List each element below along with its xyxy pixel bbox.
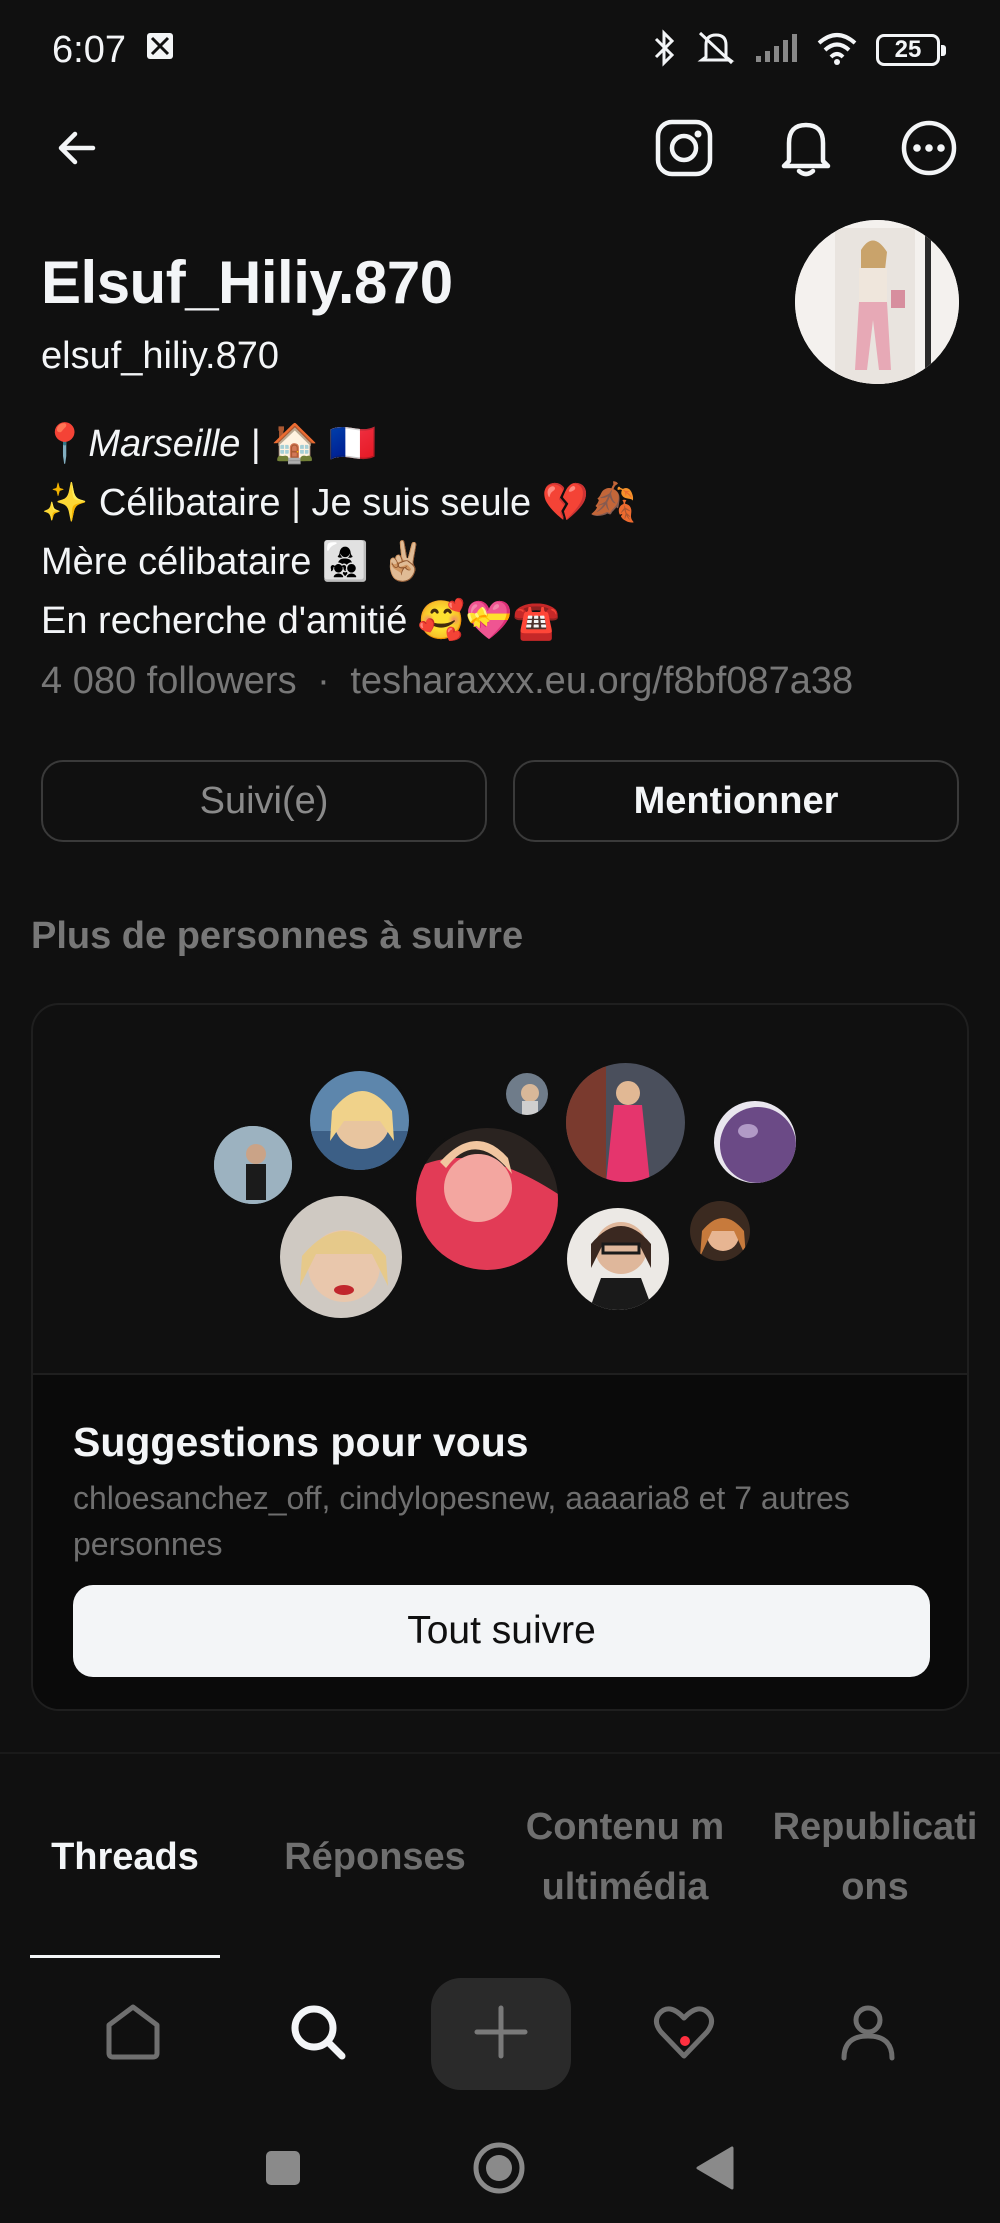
suggested-avatar <box>563 1060 688 1185</box>
meta-separator: · <box>317 660 330 702</box>
bell-icon <box>779 119 833 182</box>
followed-button[interactable]: Suivi(e) <box>41 760 487 842</box>
person-icon <box>838 2002 898 2067</box>
suggested-avatar <box>711 1098 799 1186</box>
triangle-back-icon <box>694 2145 736 2196</box>
notification-app-icon <box>144 29 176 72</box>
instagram-icon <box>655 119 713 182</box>
signal-icon <box>754 32 798 69</box>
system-nav-bar <box>0 2115 1000 2223</box>
suggestions-section-title: Plus de personnes à suivre <box>31 915 524 957</box>
follow-all-button[interactable]: Tout suivre <box>73 1585 930 1677</box>
nav-new-thread[interactable] <box>431 1978 571 2090</box>
battery-icon: 25 <box>876 34 946 66</box>
bio-line: Mère célibataire 👩‍👧‍👦 ✌🏼 <box>41 541 428 583</box>
tab-threads[interactable]: Threads <box>25 1772 225 1942</box>
search-icon <box>288 2002 348 2067</box>
tab-media[interactable]: Contenu multimédia <box>525 1772 725 1942</box>
bio-line: En recherche d'amitié 🥰💝☎️ <box>41 600 560 642</box>
nav-home[interactable] <box>63 1978 203 2090</box>
arrow-left-icon <box>53 124 101 177</box>
nav-activity[interactable] <box>614 1978 754 2090</box>
suggestion-avatars <box>33 1005 967 1373</box>
home-icon <box>103 2003 163 2066</box>
suggested-avatar <box>503 1070 551 1118</box>
more-icon <box>900 119 958 182</box>
activity-notification-dot <box>680 2036 690 2046</box>
top-nav <box>0 110 1000 190</box>
heart-icon <box>653 2004 715 2065</box>
wifi-icon <box>816 31 858 70</box>
suggested-avatar <box>211 1123 295 1207</box>
square-icon <box>264 2149 302 2192</box>
suggestions-title: Suggestions pour vous <box>73 1419 529 1465</box>
status-bar: 6:07 25 <box>0 0 1000 100</box>
suggested-avatar <box>307 1068 412 1173</box>
suggested-avatar <box>564 1205 672 1313</box>
suggested-avatar <box>277 1193 405 1321</box>
tab-replies[interactable]: Réponses <box>275 1772 475 1942</box>
profile-link[interactable]: tesharaxxx.eu.org/f8bf087a38 <box>350 660 853 702</box>
notifications-button[interactable] <box>771 115 841 185</box>
followers-count[interactable]: 4 080 followers <box>41 660 297 702</box>
suggested-avatar <box>687 1198 753 1264</box>
plus-icon <box>473 2004 529 2065</box>
suggestions-names: chloesanchez_off, cindylopesnew, aaaaria… <box>73 1480 850 1562</box>
active-tab-indicator <box>30 1955 220 1958</box>
bio-line: ✨ Célibataire | Je suis seule 💔🍂 <box>41 482 637 524</box>
status-time: 6:07 <box>52 28 126 71</box>
suggested-avatar <box>413 1125 561 1273</box>
instagram-button[interactable] <box>649 115 719 185</box>
nav-search[interactable] <box>248 1978 388 2090</box>
circle-icon <box>471 2140 527 2201</box>
recents-button[interactable] <box>248 2135 318 2205</box>
nav-profile[interactable] <box>798 1978 938 2090</box>
profile-display-name: Elsuf_Hiliy.870 <box>41 249 453 316</box>
profile-meta: 4 080 followers · tesharaxxx.eu.org/f8bf… <box>41 660 853 703</box>
more-options-button[interactable] <box>894 115 964 185</box>
bottom-nav <box>0 1970 1000 2095</box>
profile-bio: 📍Marseille | 🏠 🇫🇷 ✨ Célibataire | Je sui… <box>41 415 636 651</box>
bio-line: 📍Marseille | 🏠 🇫🇷 <box>41 423 377 465</box>
mute-icon <box>696 29 736 72</box>
suggestions-card: Suggestions pour vous chloesanchez_off, … <box>31 1003 969 1711</box>
status-left: 6:07 <box>52 29 176 72</box>
mention-button[interactable]: Mentionner <box>513 760 959 842</box>
suggestions-footer: Suggestions pour vous chloesanchez_off, … <box>33 1373 967 1709</box>
tab-reposts[interactable]: Republications <box>765 1772 985 1942</box>
back-system-button[interactable] <box>680 2135 750 2205</box>
profile-tabs: Threads Réponses Contenu multimédia Repu… <box>0 1752 1000 1958</box>
status-right: 25 <box>652 28 946 72</box>
profile-avatar[interactable] <box>795 220 959 384</box>
bluetooth-icon <box>652 28 678 72</box>
profile-username[interactable]: elsuf_hiliy.870 <box>41 335 279 378</box>
back-button[interactable] <box>42 115 112 185</box>
home-system-button[interactable] <box>464 2135 534 2205</box>
